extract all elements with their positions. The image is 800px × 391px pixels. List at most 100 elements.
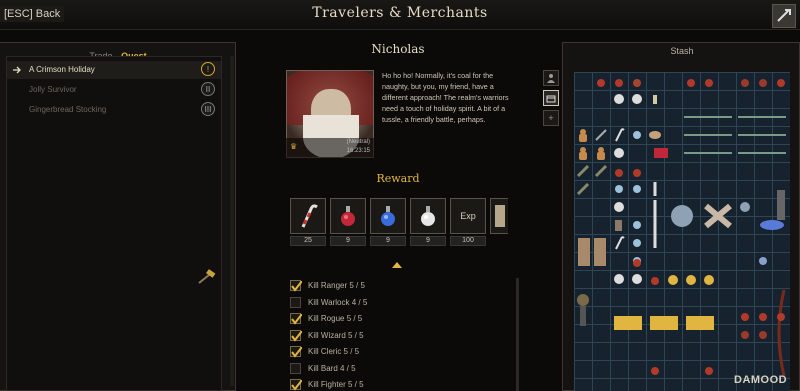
gold-ingot-icon[interactable] [610,306,646,342]
potion-icon[interactable] [610,162,628,180]
top-bar: [ESC] Back Travelers & Merchants [0,0,800,30]
gold-coin-icon[interactable] [700,270,718,288]
rock-icon[interactable] [664,198,700,234]
arrow-icon[interactable] [736,126,790,144]
quest-item-jolly-survivor[interactable]: Jolly Survivor II [7,81,221,99]
quest-label: A Crimson Holiday [29,65,95,74]
npc-faction: (Neutral) [346,139,370,145]
lockpick-icon[interactable] [592,126,610,144]
gingerbread-icon[interactable] [574,144,592,162]
skull-icon[interactable] [610,198,628,216]
gem-icon[interactable] [628,234,646,252]
potion-icon[interactable] [628,252,646,270]
objective-row: Kill Bard 4 / 5 [288,361,520,377]
potion-icon[interactable] [682,72,700,90]
gem-icon[interactable] [628,126,646,144]
potion-bottle-icon[interactable] [574,234,610,270]
arrow-icon[interactable] [682,126,736,144]
skull-icon[interactable] [610,144,628,162]
potion-icon[interactable] [646,360,664,378]
stash-title: Stash [670,46,694,56]
checkbox-empty-icon [290,296,301,308]
potion-icon[interactable] [736,324,754,342]
gold-coin-icon[interactable] [682,270,700,288]
checkmark-icon [290,379,302,391]
potion-icon[interactable] [646,270,664,288]
red-potion-icon [341,206,355,226]
reward-slot[interactable] [330,198,366,234]
chevron-up-icon[interactable] [392,262,402,268]
lantern-icon[interactable] [574,288,610,342]
gingerbread-icon[interactable] [592,144,610,162]
stash-grid[interactable] [574,72,790,391]
reward-count: 9 [330,236,366,246]
potion-icon[interactable] [610,72,628,90]
candy-cane-icon[interactable] [610,126,628,144]
arrow-icon[interactable] [736,108,790,126]
menu-icon[interactable] [772,4,796,28]
candy-cane-icon[interactable] [610,234,628,252]
potion-icon[interactable] [628,72,646,90]
arrow-icon[interactable] [682,108,736,126]
potion-icon[interactable] [754,306,772,324]
potion-icon[interactable] [592,72,610,90]
reward-count: 100 [450,236,486,246]
red-gem-icon[interactable] [646,144,682,162]
reward-slot[interactable] [290,198,326,234]
boot-icon[interactable] [610,216,628,234]
lantern-icon[interactable] [772,180,790,234]
gem-icon[interactable] [628,216,646,234]
bone-icon[interactable] [646,180,664,198]
objective-label: Kill Rogue 5 / 5 [308,314,363,323]
bow-icon[interactable] [772,288,790,378]
bone-icon[interactable] [646,198,664,252]
gem-icon[interactable] [610,180,628,198]
reward-slot-partial[interactable] [490,198,508,234]
gem-icon[interactable] [628,180,646,198]
potion-icon[interactable] [736,72,754,90]
plus-icon[interactable]: + [543,110,559,126]
skull-icon[interactable] [628,270,646,288]
potion-icon[interactable] [700,72,718,90]
herb-icon[interactable] [592,162,610,180]
ribbon-icon[interactable] [700,198,736,234]
reward-slot[interactable] [410,198,446,234]
herb-icon[interactable] [574,162,592,180]
skull-icon[interactable] [610,90,628,108]
potion-icon[interactable] [754,72,772,90]
potion-icon[interactable] [772,72,790,90]
potion-icon[interactable] [772,306,790,324]
gem-icon[interactable] [754,252,772,270]
potion-icon[interactable] [754,324,772,342]
scroll-icon [495,205,505,227]
white-potion-icon [421,206,435,226]
reward-slot[interactable] [370,198,406,234]
arrow-icon[interactable] [736,144,790,162]
quest-item-gingerbread-stocking[interactable]: Gingerbread Stocking III [7,101,221,119]
skull-icon[interactable] [610,270,628,288]
gingerbread-icon[interactable] [574,126,592,144]
arrow-right-icon [13,66,21,74]
candle-icon[interactable] [646,90,664,108]
blue-potion-icon [381,206,395,226]
chest-icon[interactable] [543,90,559,106]
quest-badge: ! [201,62,215,76]
npc-meta: ♛ (Neutral) 16:23:15 [286,138,374,158]
potion-icon[interactable] [628,162,646,180]
objective-list: Kill Ranger 5 / 5 Kill Warlock 4 / 5 Kill … [288,278,520,391]
person-icon[interactable] [543,70,559,86]
skull-icon[interactable] [628,90,646,108]
scrollbar[interactable] [230,56,234,386]
potion-icon[interactable] [736,306,754,324]
scrollbar[interactable] [516,278,519,391]
gold-ingot-icon[interactable] [646,306,682,342]
potion-icon[interactable] [700,360,718,378]
gold-coin-icon[interactable] [664,270,682,288]
gem-icon[interactable] [736,198,754,216]
gold-ingot-icon[interactable] [682,306,718,342]
herb-icon[interactable] [574,180,592,198]
reward-slot[interactable]: Exp [450,198,486,234]
bread-icon[interactable] [646,126,664,144]
quest-item-crimson-holiday[interactable]: A Crimson Holiday ! [7,61,221,79]
arrow-icon[interactable] [682,144,736,162]
